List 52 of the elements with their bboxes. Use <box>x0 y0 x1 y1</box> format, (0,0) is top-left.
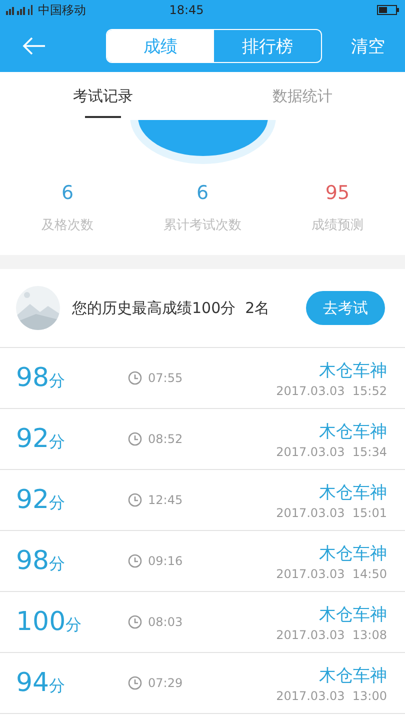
clock-icon <box>128 493 142 507</box>
score-value: 92 <box>16 485 50 515</box>
exam-date: 2017.03.03 15:52 <box>276 384 387 398</box>
exam-date: 2017.03.03 13:08 <box>276 628 387 642</box>
score-unit: 分 <box>49 371 66 392</box>
clock-icon <box>128 554 142 568</box>
segment-tab[interactable]: 排行榜 <box>214 30 321 62</box>
stat-value: 6 <box>196 182 209 204</box>
stat-label: 及格次数 <box>42 217 94 234</box>
exam-duration: 08:03 <box>148 615 183 629</box>
user-name: 木仓车神 <box>319 420 387 442</box>
clock-icon <box>128 371 142 385</box>
user-name: 木仓车神 <box>319 542 387 564</box>
exam-duration: 07:55 <box>148 371 183 385</box>
score-unit: 分 <box>49 493 66 514</box>
score-unit: 分 <box>66 615 82 636</box>
exam-date: 2017.03.03 15:34 <box>276 444 387 458</box>
exam-date: 2017.03.03 15:01 <box>276 506 387 520</box>
clock-icon <box>128 676 142 690</box>
carrier-name: 中国移动 <box>38 2 86 18</box>
clear-button[interactable]: 清空 <box>351 34 385 58</box>
score-unit: 分 <box>49 676 66 697</box>
segment-tab[interactable]: 成绩 <box>107 30 214 62</box>
score-unit: 分 <box>49 432 66 453</box>
exam-date: 2017.03.03 13:00 <box>276 688 387 702</box>
user-name: 木仓车神 <box>319 664 387 686</box>
score-value: 92 <box>16 424 50 454</box>
score-value: 98 <box>16 546 50 576</box>
stat-value: 6 <box>61 182 74 204</box>
exam-date: 2017.03.03 14:50 <box>276 566 387 580</box>
exam-duration: 12:45 <box>148 493 183 507</box>
score-value: 94 <box>16 668 50 698</box>
exam-duration: 08:52 <box>148 432 183 446</box>
score-value: 98 <box>16 363 50 393</box>
signal-icon <box>6 5 34 15</box>
best-score-text: 您的历史最高成绩100分 2名 <box>72 298 270 318</box>
stat-label: 成绩预测 <box>312 217 364 234</box>
stat-value: 95 <box>325 182 350 204</box>
take-exam-button[interactable]: 去考试 <box>306 291 385 325</box>
clock-time: 18:45 <box>168 3 205 17</box>
user-name: 木仓车神 <box>319 482 387 504</box>
exam-duration: 07:29 <box>148 676 183 690</box>
clock-icon <box>128 432 142 446</box>
score-value: 100 <box>16 607 66 637</box>
battery-icon <box>377 5 399 15</box>
stat-label: 累计考试次数 <box>164 217 242 234</box>
user-name: 木仓车神 <box>319 360 387 382</box>
back-arrow-icon[interactable] <box>22 37 46 55</box>
exam-duration: 09:16 <box>148 554 183 568</box>
score-unit: 分 <box>49 554 66 575</box>
user-name: 木仓车神 <box>319 604 387 626</box>
clock-icon <box>128 615 142 629</box>
